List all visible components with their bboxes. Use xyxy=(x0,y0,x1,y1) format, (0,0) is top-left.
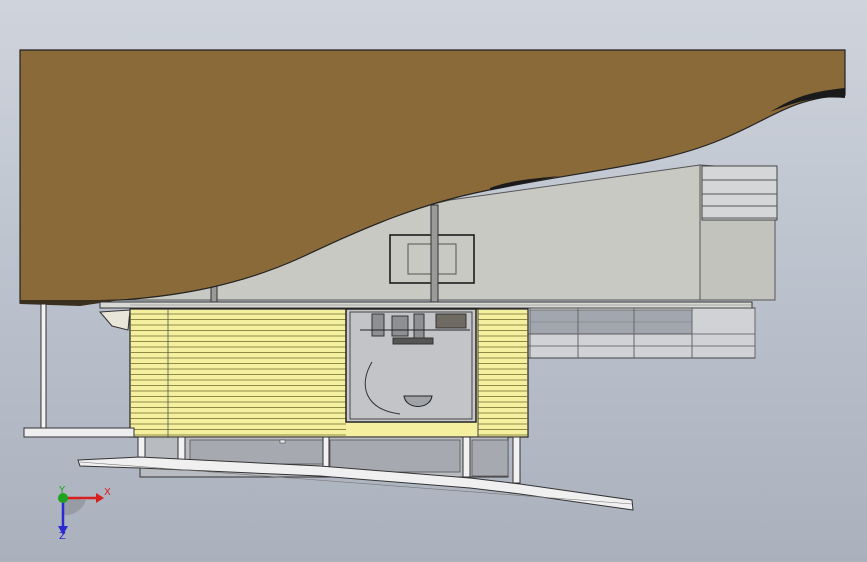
left-ground-slab xyxy=(23,427,135,438)
chimney-pipe xyxy=(430,204,439,306)
axis-z-label: Z xyxy=(59,531,66,542)
axis-x-label: X xyxy=(104,487,111,498)
axis-y-label: Y xyxy=(59,485,66,496)
coordinate-triad xyxy=(58,493,104,535)
building-model xyxy=(19,49,846,535)
roof-slab xyxy=(99,301,753,309)
left-bracket xyxy=(98,309,131,331)
cad-viewport[interactable]: X Y Z xyxy=(0,0,867,562)
upper-railing xyxy=(701,165,778,221)
interior-opening xyxy=(345,308,477,423)
left-column xyxy=(40,303,47,431)
